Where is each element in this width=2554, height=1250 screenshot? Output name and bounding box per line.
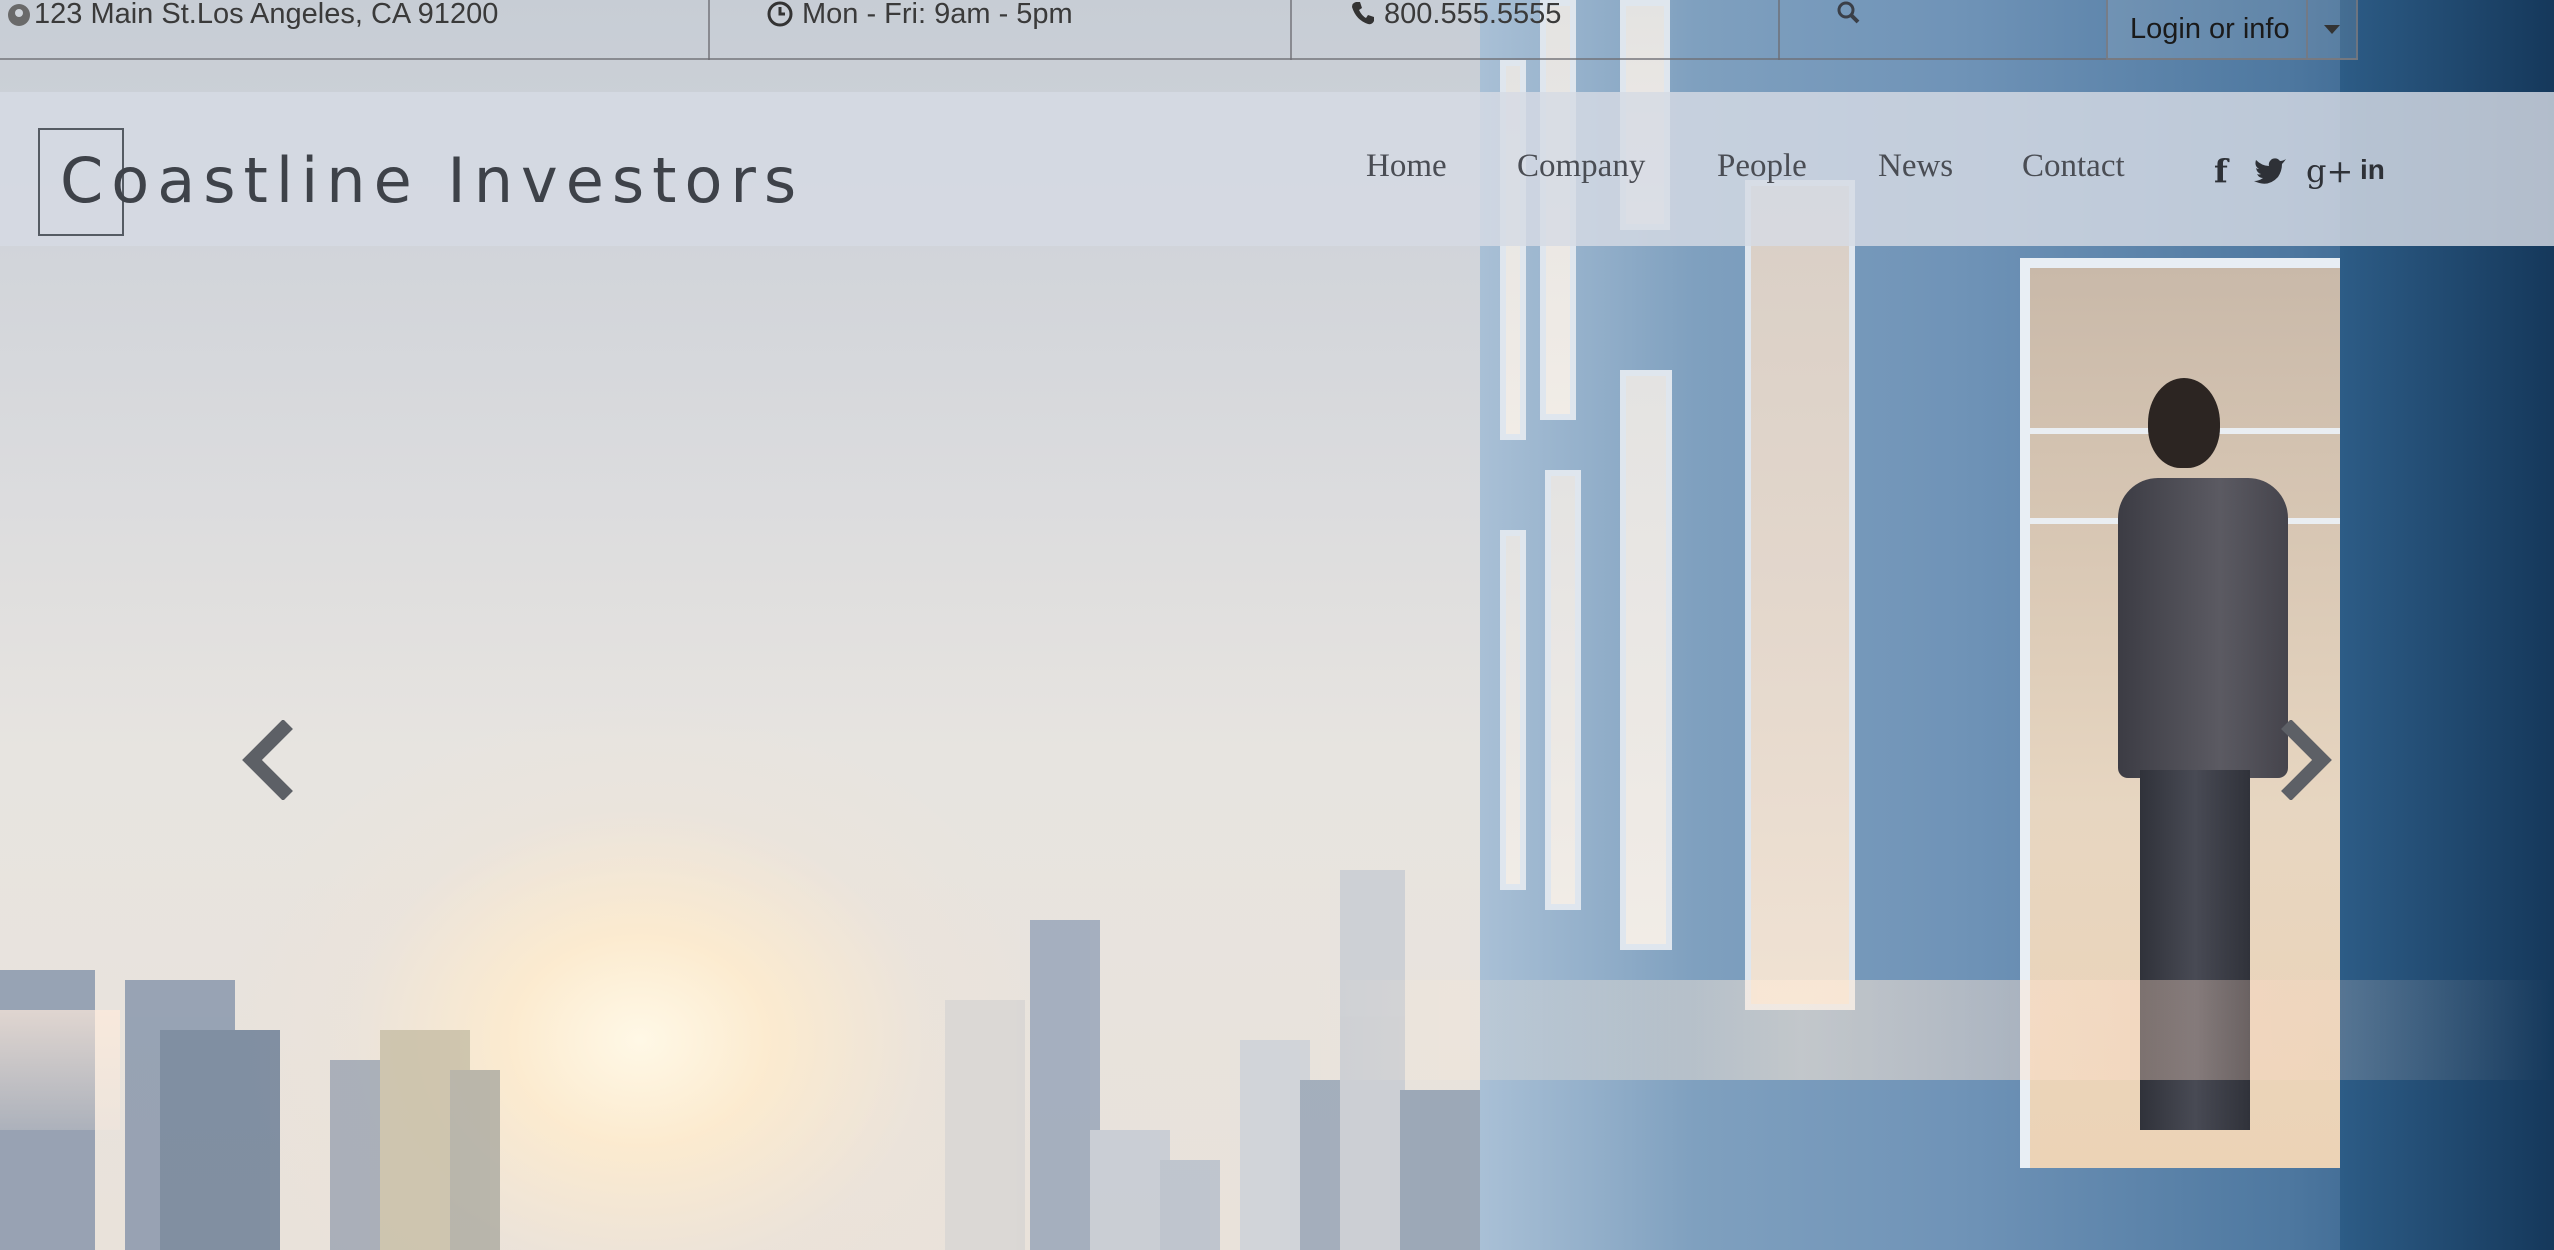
chevron-right-icon[interactable] <box>2281 720 2332 800</box>
caret-down-icon <box>2324 24 2340 34</box>
site-logo[interactable]: Coastline Investors <box>60 144 804 217</box>
light-flare <box>1300 980 2554 1080</box>
address-text: 123 Main St.Los Angeles, CA 91200 <box>34 0 499 30</box>
light-flare <box>0 1010 120 1130</box>
dropdown-toggle[interactable] <box>2306 0 2356 58</box>
chevron-left-icon[interactable] <box>242 720 293 800</box>
nav-company[interactable]: Company <box>1517 148 1645 185</box>
building-window <box>1745 180 1855 1010</box>
login-dropdown[interactable]: Login or info <box>2106 0 2358 60</box>
building-window <box>1545 470 1581 910</box>
building-window <box>1500 530 1526 890</box>
phone-info: 800.555.5555 <box>1350 0 1561 60</box>
businessman-figure <box>2148 378 2220 468</box>
top-info-bar: 123 Main St.Los Angeles, CA 91200 Mon - … <box>0 0 2358 60</box>
login-button[interactable]: Login or info <box>2108 13 2330 46</box>
divider <box>708 0 710 60</box>
search-button[interactable] <box>1836 0 1862 60</box>
nav-news[interactable]: News <box>1878 148 1953 185</box>
twitter-icon[interactable] <box>2253 156 2287 184</box>
location-icon <box>8 4 30 26</box>
phone-text[interactable]: 800.555.5555 <box>1384 0 1561 31</box>
carousel-prev-button[interactable] <box>236 720 306 800</box>
building-window <box>1620 370 1672 950</box>
linkedin-icon[interactable]: in <box>2360 154 2385 186</box>
businessman-figure <box>2118 478 2288 778</box>
nav-contact[interactable]: Contact <box>2022 148 2125 185</box>
phone-icon <box>1352 2 1374 25</box>
address-info: 123 Main St.Los Angeles, CA 91200 <box>6 0 498 60</box>
hours-text: Mon - Fri: 9am - 5pm <box>802 0 1073 30</box>
divider <box>1290 0 1292 60</box>
facebook-icon[interactable]: f <box>2214 152 2228 190</box>
nav-home[interactable]: Home <box>1366 148 1447 185</box>
city-skyline-illustration <box>0 870 1480 1250</box>
google-plus-icon[interactable]: g+ <box>2306 152 2353 190</box>
hours-info: Mon - Fri: 9am - 5pm <box>766 0 1073 60</box>
clock-icon <box>767 1 793 27</box>
divider <box>1778 0 1780 60</box>
nav-people[interactable]: People <box>1717 148 1807 185</box>
search-icon[interactable] <box>1836 0 1862 26</box>
carousel-next-button[interactable] <box>2268 720 2338 800</box>
